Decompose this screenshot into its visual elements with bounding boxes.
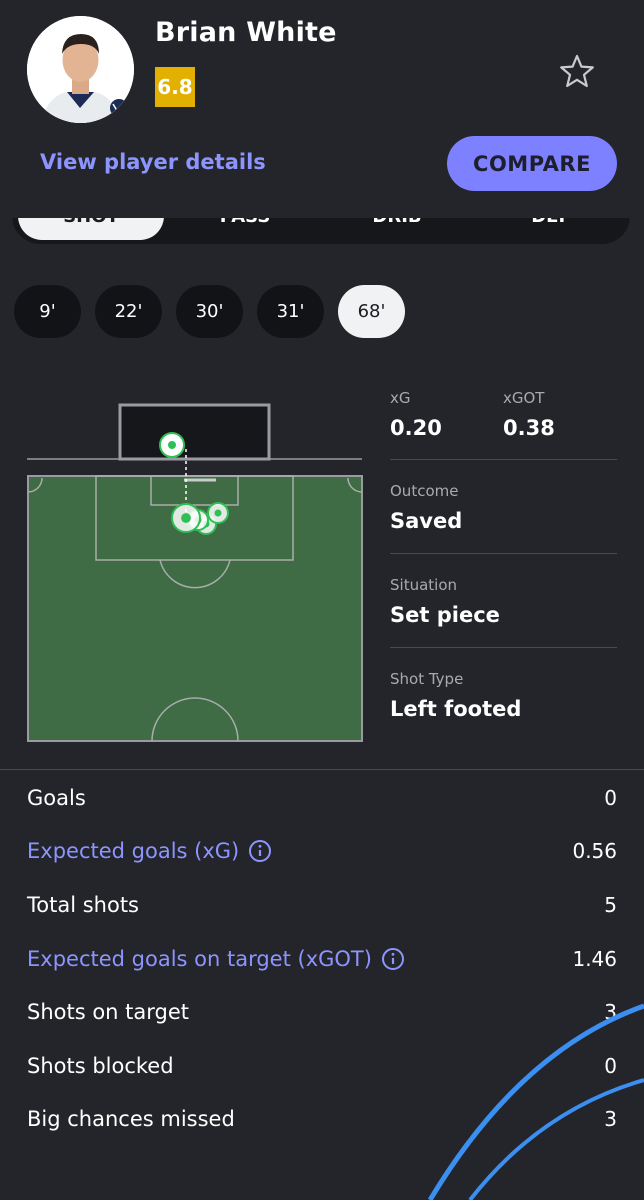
rating-badge: 6.8 <box>155 67 195 107</box>
minute-chip[interactable]: 30' <box>176 285 243 338</box>
stat-value: 0.56 <box>572 839 617 864</box>
stat-label-text: Expected goals on target (xGOT) <box>27 946 372 971</box>
compare-button[interactable]: COMPARE <box>447 136 617 191</box>
stat-label: Shots blocked <box>27 1054 174 1078</box>
stat-value: 0 <box>604 1053 617 1078</box>
shot-detail-panel: xG 0.20 xGOT 0.38 Outcome Saved Situatio… <box>390 385 617 742</box>
goal-placement-dot <box>168 441 176 449</box>
tab-pass[interactable]: PASS <box>172 218 318 240</box>
stat-label[interactable]: Expected goals on target (xGOT) <box>27 947 405 971</box>
section-divider <box>0 769 644 770</box>
stat-label: Total shots <box>27 893 139 917</box>
stat-label-text: Goals <box>27 785 86 810</box>
shot-type-value: Left footed <box>390 697 522 721</box>
stat-label: Shots on target <box>27 1000 189 1024</box>
stat-value: 3 <box>604 1107 617 1132</box>
shot-marker-dot <box>181 513 191 523</box>
outcome-label: Outcome <box>390 482 459 500</box>
tab-def[interactable]: DEF <box>478 218 624 240</box>
stat-label[interactable]: Expected goals (xG) <box>27 839 272 863</box>
stat-row: Shots on target 3 <box>27 985 617 1039</box>
shot-map <box>27 403 363 742</box>
minute-chip[interactable]: 68' <box>338 285 405 338</box>
xgot-value: 0.38 <box>503 416 555 440</box>
minute-chip[interactable]: 31' <box>257 285 324 338</box>
stat-value: 5 <box>604 892 617 917</box>
stat-label-text: Shots blocked <box>27 1053 174 1078</box>
player-stats-table: Goals 0 Expected goals (xG) 0.56 Total shots… <box>27 771 617 1146</box>
stat-label: Goals <box>27 786 86 810</box>
shot-marker-dot <box>214 509 222 517</box>
xg-value: 0.20 <box>390 416 442 440</box>
minute-chip[interactable]: 22' <box>95 285 162 338</box>
player-avatar <box>27 16 134 123</box>
shot-type-label: Shot Type <box>390 670 464 688</box>
goal-frame <box>27 403 362 461</box>
stat-row: Goals 0 <box>27 771 617 825</box>
tab-drib[interactable]: DRIB <box>324 218 470 240</box>
xgot-label: xGOT <box>503 389 545 407</box>
outcome-value: Saved <box>390 509 463 533</box>
stat-value: 0 <box>604 785 617 810</box>
stat-label-text: Shots on target <box>27 1000 190 1025</box>
stat-label: Big chances missed <box>27 1107 235 1131</box>
info-icon[interactable] <box>381 947 405 971</box>
situation-label: Situation <box>390 576 458 594</box>
stat-label-text: Total shots <box>27 892 139 917</box>
player-name: Brian White <box>155 17 337 48</box>
stat-row: Expected goals (xG) 0.56 <box>27 825 617 879</box>
stat-row: Shots blocked 0 <box>27 1039 617 1093</box>
stat-row: Big chances missed 3 <box>27 1093 617 1147</box>
stat-label-text: Big chances missed <box>27 1107 235 1132</box>
stat-value: 3 <box>604 1000 617 1025</box>
situation-value: Set piece <box>390 603 500 627</box>
tab-bar: SHOT PASS DRIB DEF <box>0 218 644 248</box>
stat-row: Expected goals on target (xGOT) 1.46 <box>27 932 617 986</box>
info-icon[interactable] <box>248 839 272 863</box>
stat-value: 1.46 <box>572 946 617 971</box>
xg-label: xG <box>390 389 411 407</box>
stat-row: Total shots 5 <box>27 878 617 932</box>
tab-shot[interactable]: SHOT <box>18 218 164 240</box>
stat-label-text: Expected goals (xG) <box>27 839 240 864</box>
minute-chip[interactable]: 9' <box>14 285 81 338</box>
shot-minute-selector: 9' 22' 30' 31' 68' <box>14 285 405 338</box>
view-player-details-link[interactable]: View player details <box>40 150 266 174</box>
star-outline-icon[interactable] <box>558 53 596 89</box>
